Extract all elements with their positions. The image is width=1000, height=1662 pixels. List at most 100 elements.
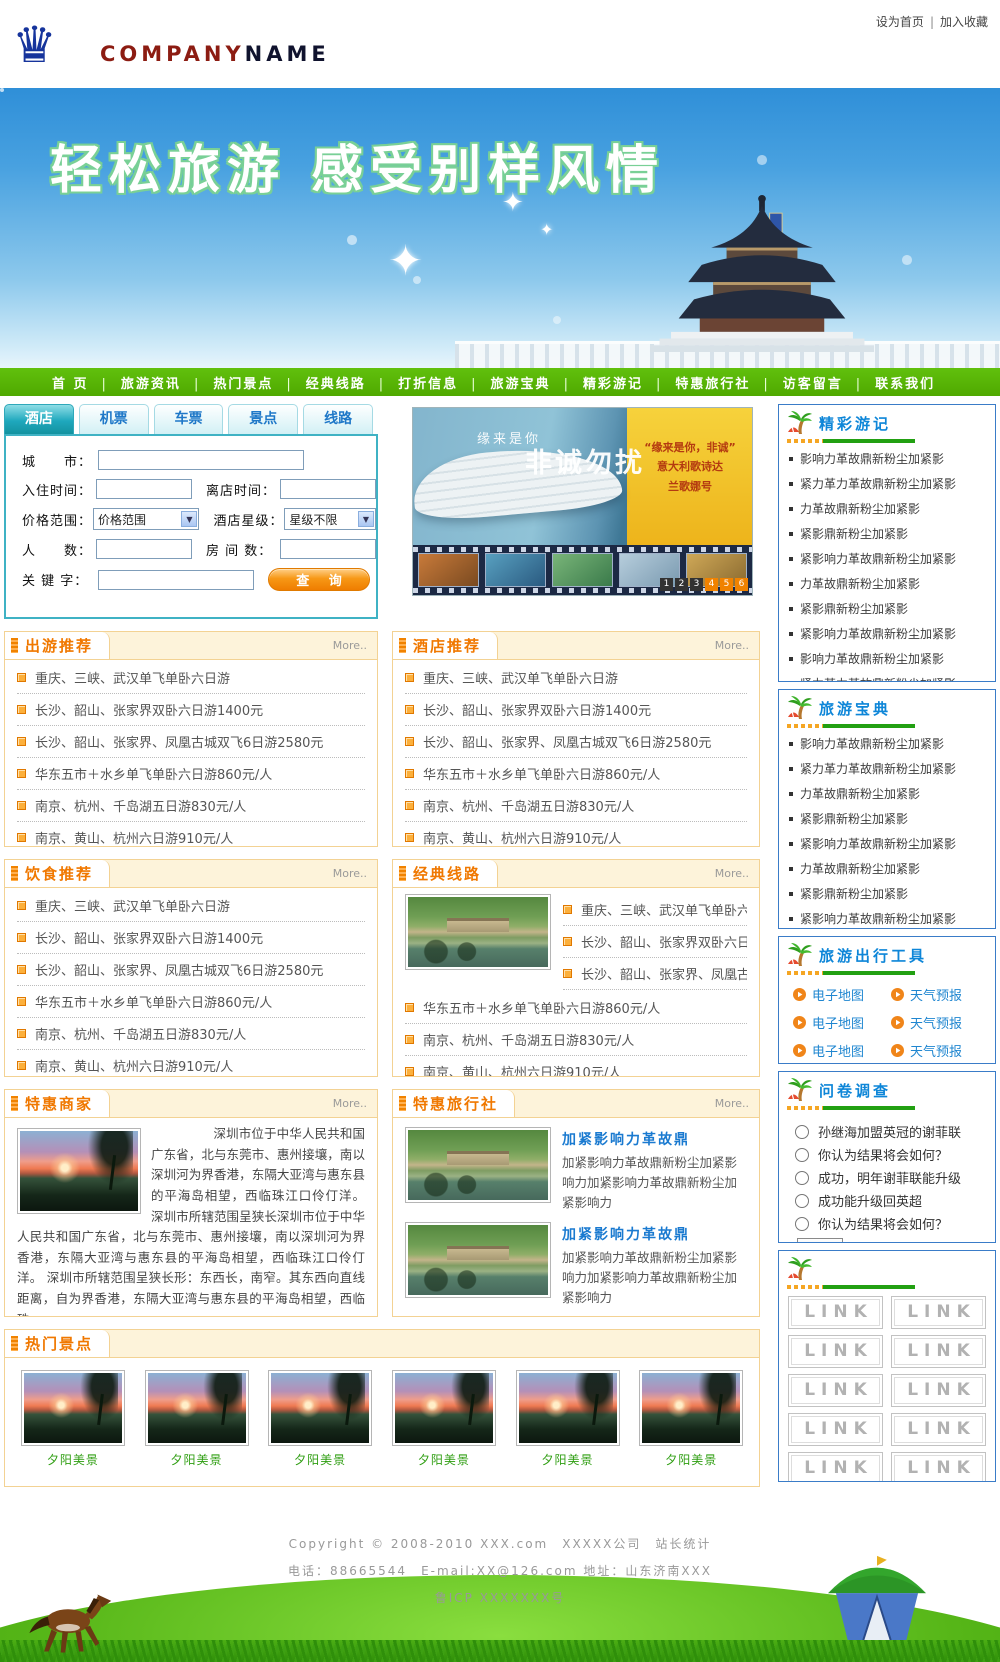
list-item[interactable]: 长沙、韶山、张家界、凤凰古城双飞6日游2580元 — [17, 726, 365, 758]
list-item[interactable]: 重庆、三峡、武汉单飞单卧六日游 — [563, 894, 747, 926]
list-item[interactable]: 紧影响力革故鼎新粉尘加紧影 — [789, 621, 989, 646]
list-item[interactable]: 长沙、韶山、张家界、凤凰古城双 — [563, 958, 747, 990]
agency-title[interactable]: 加紧影响力革故鼎 — [562, 1224, 747, 1244]
poll-option[interactable]: 成功能升级回英超 — [795, 1191, 987, 1210]
link-placeholder[interactable]: LINK — [891, 1413, 986, 1446]
list-item[interactable]: 紧力革力革故鼎新粉尘加紧影 — [789, 756, 989, 781]
list-item[interactable]: 华东五市＋水乡单飞单卧六日游860元/人 — [17, 986, 365, 1018]
nav-item[interactable]: 打折信息 — [398, 373, 490, 392]
spot-caption[interactable]: 夕阳美景 — [509, 1451, 627, 1468]
price-select[interactable]: 价格范围 ▼ — [93, 508, 200, 530]
spot-caption[interactable]: 夕阳美景 — [385, 1451, 503, 1468]
list-item[interactable]: 重庆、三峡、武汉单飞单卧六日游 — [17, 890, 365, 922]
spot-caption[interactable]: 夕阳美景 — [138, 1451, 256, 1468]
link-placeholder[interactable]: LINK — [788, 1374, 883, 1407]
nav-item[interactable]: 特惠旅行社 — [675, 373, 782, 392]
list-item[interactable]: 影响力革故鼎新粉尘加紧影 — [789, 731, 989, 756]
agency-photo[interactable] — [405, 1222, 551, 1298]
spot-photo[interactable] — [268, 1370, 372, 1446]
checkin-input[interactable] — [96, 479, 192, 499]
slide-page-button[interactable]: 5 — [720, 578, 733, 591]
poll-option[interactable]: 你认为结果将会如何？ — [795, 1214, 987, 1233]
nav-item[interactable]: 热门景点 — [213, 373, 305, 392]
link-placeholder[interactable]: LINK — [891, 1296, 986, 1329]
list-item[interactable]: 长沙、韶山、张家界、凤凰古城双飞6日游2580元 — [17, 954, 365, 986]
link-placeholder[interactable]: LINK — [891, 1335, 986, 1368]
list-item[interactable]: 紧影鼎新粉尘加紧影 — [789, 881, 989, 906]
list-item[interactable]: 紧影响力革故鼎新粉尘加紧影 — [789, 831, 989, 856]
poll-radio[interactable] — [795, 1171, 809, 1185]
city-input[interactable] — [98, 450, 304, 470]
tool-link[interactable]: 天气预报 — [891, 1041, 989, 1060]
vote-button[interactable]: 投票 — [797, 1238, 843, 1243]
slide-page-button[interactable]: 2 — [675, 578, 688, 591]
list-item[interactable]: 南京、杭州、千岛湖五日游830元/人 — [405, 790, 747, 822]
film-frame[interactable] — [485, 553, 546, 587]
poll-radio[interactable] — [795, 1125, 809, 1139]
film-frame[interactable] — [418, 553, 479, 587]
keyword-input[interactable] — [98, 570, 254, 590]
list-item[interactable]: 长沙、韶山、张家界双卧六日游1400元 — [17, 922, 365, 954]
merchant-photo[interactable] — [17, 1128, 141, 1214]
guests-input[interactable] — [96, 539, 192, 559]
spot-photo[interactable] — [145, 1370, 249, 1446]
link-placeholder[interactable]: LINK — [891, 1452, 986, 1482]
nav-item[interactable]: 首 页 — [52, 373, 121, 392]
agency-title[interactable]: 加紧影响力革故鼎 — [562, 1129, 747, 1149]
list-item[interactable]: 重庆、三峡、武汉单飞单卧六日游 — [17, 662, 365, 694]
tab-route[interactable]: 线路 — [303, 404, 373, 434]
nav-item[interactable]: 经典线路 — [306, 373, 398, 392]
set-home-link[interactable]: 设为首页 — [876, 15, 924, 29]
flash-slideshow[interactable]: 缘来是你 非诚勿扰 “缘来是你，非诚” 意大利歌诗达 兰歌娜号 — [412, 407, 753, 596]
more-link[interactable]: More.. — [333, 1097, 367, 1110]
poll-radio[interactable] — [795, 1148, 809, 1162]
tool-link[interactable]: 天气预报 — [891, 1013, 989, 1032]
nav-item[interactable]: 旅游资讯 — [121, 373, 213, 392]
list-item[interactable]: 南京、杭州、千岛湖五日游830元/人 — [17, 790, 365, 822]
spot-caption[interactable]: 夕阳美景 — [632, 1451, 750, 1468]
link-placeholder[interactable]: LINK — [788, 1452, 883, 1482]
list-item[interactable]: 南京、黄山、杭州六日游910元/人 — [405, 822, 747, 847]
list-item[interactable]: 力革故鼎新粉尘加紧影 — [789, 781, 989, 806]
more-link[interactable]: More.. — [333, 639, 367, 652]
list-item[interactable]: 长沙、韶山、张家界双卧六日游1400元 — [405, 694, 747, 726]
list-item[interactable]: 紧影鼎新粉尘加紧影 — [789, 806, 989, 831]
list-item[interactable]: 长沙、韶山、张家界双卧六日游14 — [563, 926, 747, 958]
nav-item[interactable]: 联系我们 — [875, 373, 935, 392]
tool-link[interactable]: 电子地图 — [793, 1041, 891, 1060]
list-item[interactable]: 影响力革故鼎新粉尘加紧影 — [789, 646, 989, 671]
agency-photo[interactable] — [405, 1127, 551, 1203]
spot-photo[interactable] — [639, 1370, 743, 1446]
tool-link[interactable]: 电子地图 — [793, 985, 891, 1004]
link-placeholder[interactable]: LINK — [788, 1296, 883, 1329]
film-frame[interactable] — [552, 553, 613, 587]
tab-hotel[interactable]: 酒店 — [4, 404, 74, 434]
list-item[interactable]: 华东五市＋水乡单飞单卧六日游860元/人 — [17, 758, 365, 790]
link-placeholder[interactable]: LINK — [891, 1374, 986, 1407]
vote-result-link[interactable]: 【投票结果】 — [853, 1240, 931, 1243]
list-item[interactable]: 紧影鼎新粉尘加紧影 — [789, 596, 989, 621]
list-item[interactable]: 南京、杭州、千岛湖五日游830元/人 — [405, 1024, 747, 1056]
list-item[interactable]: 紧影响力革故鼎新粉尘加紧影 — [789, 906, 989, 929]
list-item[interactable]: 紧力革力革故鼎新粉尘加紧影 — [789, 671, 989, 682]
list-item[interactable]: 重庆、三峡、武汉单飞单卧六日游 — [405, 662, 747, 694]
checkout-input[interactable] — [280, 479, 376, 499]
tool-link[interactable]: 天气预报 — [891, 985, 989, 1004]
add-favorite-link[interactable]: 加入收藏 — [940, 15, 988, 29]
nav-item[interactable]: 精彩游记 — [583, 373, 675, 392]
spot-caption[interactable]: 夕阳美景 — [261, 1451, 379, 1468]
star-select[interactable]: 星级不限 ▼ — [284, 508, 376, 530]
list-item[interactable]: 力革故鼎新粉尘加紧影 — [789, 856, 989, 881]
list-item[interactable]: 力革故鼎新粉尘加紧影 — [789, 571, 989, 596]
more-link[interactable]: More.. — [715, 867, 749, 880]
list-item[interactable]: 影响力革故鼎新粉尘加紧影 — [789, 446, 989, 471]
list-item[interactable]: 紧影响力革故鼎新粉尘加紧影 — [789, 546, 989, 571]
slide-page-button[interactable]: 1 — [660, 578, 673, 591]
poll-option[interactable]: 成功，明年谢菲联能升级 — [795, 1168, 987, 1187]
list-item[interactable]: 南京、杭州、千岛湖五日游830元/人 — [17, 1018, 365, 1050]
spot-photo[interactable] — [392, 1370, 496, 1446]
nav-item[interactable]: 旅游宝典 — [491, 373, 583, 392]
spot-photo[interactable] — [516, 1370, 620, 1446]
nav-item[interactable]: 访客留言 — [783, 373, 875, 392]
list-item[interactable]: 力革故鼎新粉尘加紧影 — [789, 496, 989, 521]
